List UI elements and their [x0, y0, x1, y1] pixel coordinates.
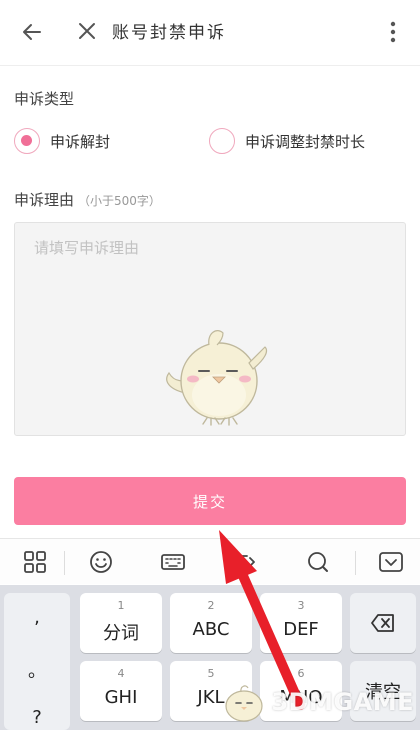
- key-1-fenci[interactable]: 1 分词: [80, 593, 162, 653]
- top-bar: 账号封禁申诉: [0, 0, 420, 66]
- cursor-move-icon[interactable]: [233, 549, 259, 575]
- key-label: DEF: [283, 619, 319, 640]
- reason-placeholder: 请填写申诉理由: [34, 239, 140, 257]
- key-number: 1: [117, 599, 125, 612]
- key-number: 6: [297, 667, 305, 680]
- toolbar-divider: [355, 551, 356, 575]
- appeal-type-label: 申诉类型: [14, 90, 75, 108]
- reason-label: 申诉理由 （小于500字）: [14, 189, 161, 210]
- punct-period[interactable]: 。: [4, 657, 70, 683]
- key-label: ABC: [192, 619, 230, 640]
- toolbar-divider: [64, 551, 65, 575]
- radio-unchecked-icon: [209, 128, 235, 154]
- key-number: 3: [297, 599, 305, 612]
- radio-checked-icon: [14, 128, 40, 154]
- backspace-wrapper: [350, 593, 416, 653]
- reason-label-text: 申诉理由: [14, 191, 75, 209]
- backspace-icon: [371, 614, 394, 632]
- radio-adjust-duration[interactable]: 申诉调整封禁时长: [209, 127, 365, 155]
- page-title: 账号封禁申诉: [112, 23, 226, 43]
- keyboard-icon[interactable]: [160, 549, 186, 575]
- keyboard-toolbar: [0, 538, 420, 584]
- radio-unban[interactable]: 申诉解封: [14, 127, 110, 155]
- key-label: GHI: [104, 687, 138, 708]
- punct-question[interactable]: ?: [4, 707, 70, 728]
- punctuation-column[interactable]: , 。 ?: [4, 593, 70, 730]
- radio-adjust-label: 申诉调整封禁时长: [245, 132, 366, 151]
- reason-hint: （小于500字）: [78, 194, 161, 208]
- emoji-icon[interactable]: [88, 549, 114, 575]
- more-vertical-icon[interactable]: [386, 20, 400, 44]
- key-4-ghi[interactable]: 4 GHI: [80, 661, 162, 721]
- search-icon[interactable]: [305, 549, 331, 575]
- punct-comma[interactable]: ,: [4, 607, 70, 628]
- close-icon[interactable]: [76, 20, 98, 42]
- watermark-mascot-logo: [225, 685, 264, 722]
- key-number: 4: [117, 667, 125, 680]
- key-2-abc[interactable]: 2 ABC: [170, 593, 252, 653]
- watermark: 3DMGAME: [219, 680, 414, 724]
- key-3-def[interactable]: 3 DEF: [260, 593, 342, 653]
- radio-unban-label: 申诉解封: [50, 132, 111, 151]
- grid-menu-icon[interactable]: [22, 549, 48, 575]
- key-number: 5: [207, 667, 215, 680]
- submit-button[interactable]: 提交: [14, 477, 406, 525]
- reason-textarea[interactable]: 请填写申诉理由: [14, 222, 406, 436]
- mascot-illustration: [166, 330, 268, 426]
- hide-keyboard-icon[interactable]: [378, 549, 404, 575]
- key-label: 分词: [103, 623, 139, 644]
- key-number: 2: [207, 599, 215, 612]
- back-arrow-icon[interactable]: [20, 20, 44, 44]
- backspace-key[interactable]: [350, 593, 416, 653]
- watermark-text: 3DMGAME: [271, 688, 414, 716]
